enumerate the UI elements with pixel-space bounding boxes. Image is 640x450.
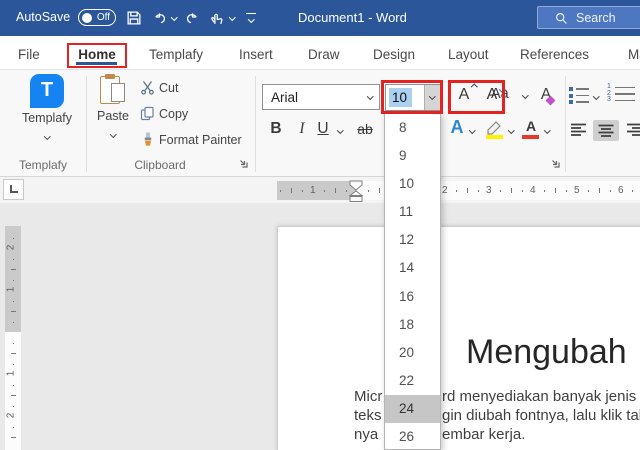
- tab-draw[interactable]: Draw: [308, 47, 340, 62]
- change-case-button[interactable]: Aa: [491, 86, 527, 102]
- font-name-combo[interactable]: Arial: [262, 84, 380, 110]
- font-size-option[interactable]: 9: [385, 142, 440, 170]
- text-effects-chevron[interactable]: [469, 127, 475, 133]
- tab-references[interactable]: References: [520, 47, 589, 62]
- search-box[interactable]: Search: [537, 6, 640, 29]
- ribbon-tab-row: File Home Templafy Insert Draw Design La…: [0, 36, 640, 70]
- active-tab-underline: [76, 62, 117, 65]
- align-left-button[interactable]: [571, 123, 589, 142]
- red-box-home-tab: Home: [67, 43, 127, 68]
- format-painter-icon: [140, 132, 155, 147]
- font-color-button[interactable]: A: [521, 118, 541, 134]
- highlighter-icon: [484, 118, 506, 140]
- align-right-button[interactable]: [624, 123, 640, 142]
- font-color-chevron[interactable]: [544, 127, 550, 133]
- font-color-bar: [522, 135, 539, 139]
- font-size-dropdown-button[interactable]: [424, 85, 440, 110]
- tab-home[interactable]: Home: [78, 47, 116, 62]
- copy-button[interactable]: Copy: [140, 106, 188, 124]
- autosave-label: AutoSave: [16, 10, 70, 24]
- touch-mouse-mode-icon[interactable]: [208, 9, 225, 26]
- font-size-option[interactable]: 16: [385, 283, 440, 311]
- font-size-option[interactable]: 10: [385, 170, 440, 198]
- underline-button[interactable]: U: [314, 120, 332, 138]
- font-name-chevron: [367, 93, 373, 99]
- cut-button[interactable]: Cut: [140, 80, 178, 98]
- document-page[interactable]: Mengubah Micr rd menyediakan banyak jeni…: [277, 226, 640, 450]
- font-size-option[interactable]: 26: [385, 423, 440, 450]
- clipboard-group-label: Clipboard: [95, 158, 225, 172]
- font-size-option[interactable]: 20: [385, 339, 440, 367]
- ruler-margin-zone: [277, 181, 357, 200]
- ruler-strip: 1234561: [0, 177, 640, 203]
- font-size-option[interactable]: 8: [385, 114, 440, 142]
- templafy-icon: T: [30, 74, 64, 108]
- document-heading: Mengubah: [466, 333, 627, 372]
- clipboard-dialog-launcher-icon[interactable]: [238, 158, 249, 169]
- font-size-option[interactable]: 14: [385, 254, 440, 282]
- undo-dropdown-chevron[interactable]: [171, 14, 177, 20]
- tab-layout[interactable]: Layout: [448, 47, 489, 62]
- autosave-toggle[interactable]: Off: [78, 9, 116, 26]
- scissors-icon: [140, 80, 155, 95]
- redo-icon[interactable]: [184, 10, 200, 26]
- undo-icon[interactable]: [152, 10, 168, 26]
- body-text: rd menyediakan banyak jenis: [442, 388, 636, 405]
- italic-button[interactable]: I: [294, 120, 310, 138]
- horizontal-ruler: 1234561: [277, 181, 640, 200]
- templafy-group-label: Templafy: [0, 158, 86, 172]
- font-size-combo[interactable]: 10: [385, 84, 441, 111]
- body-text: teks: [354, 407, 382, 424]
- paste-clipboard-icon: [100, 74, 126, 106]
- text-highlight-button[interactable]: [484, 118, 506, 140]
- body-text: nya: [354, 426, 378, 443]
- window-title: Document1 - Word: [298, 10, 407, 25]
- tab-insert[interactable]: Insert: [239, 47, 273, 62]
- align-center-button[interactable]: [593, 120, 619, 141]
- tab-mailings[interactable]: Mailings: [628, 47, 640, 62]
- search-label: Search: [576, 11, 616, 25]
- templafy-button[interactable]: T Templafy: [8, 74, 86, 143]
- ribbon: T Templafy Templafy Paste Cut: [0, 70, 640, 177]
- body-text: embar kerja.: [442, 426, 525, 443]
- numbering-button[interactable]: 1 2 3: [607, 85, 639, 105]
- font-size-option[interactable]: 24: [385, 395, 440, 423]
- bullets-button[interactable]: [569, 87, 591, 107]
- title-bar: AutoSave Off: [0, 0, 640, 36]
- word-window: AutoSave Off: [0, 0, 640, 450]
- search-icon: [554, 11, 569, 26]
- font-size-dropdown: 8910111214161820222426: [384, 113, 441, 450]
- font-dialog-launcher-icon[interactable]: [550, 158, 561, 169]
- copy-pages-icon: [140, 106, 155, 121]
- tab-stop-selector[interactable]: [3, 179, 24, 200]
- touch-mode-chevron[interactable]: [229, 14, 235, 20]
- save-icon[interactable]: [126, 10, 142, 26]
- clear-formatting-button[interactable]: A: [533, 86, 559, 104]
- body-text: gin diubah fontnya, lalu klik tab: [442, 407, 640, 424]
- font-size-option[interactable]: 12: [385, 226, 440, 254]
- format-painter-button[interactable]: Format Painter: [140, 132, 242, 150]
- eraser-icon: [546, 96, 556, 106]
- strikethrough-button[interactable]: ab: [352, 121, 378, 137]
- text-effects-button[interactable]: A: [446, 117, 468, 138]
- body-text: Micr: [354, 388, 382, 405]
- tab-templafy[interactable]: Templafy: [149, 47, 203, 62]
- bold-button[interactable]: B: [266, 120, 286, 138]
- grow-font-button[interactable]: A: [452, 86, 476, 104]
- tab-file[interactable]: File: [18, 47, 40, 62]
- indent-markers[interactable]: [349, 180, 364, 203]
- autosave-toggle-knob: [82, 13, 92, 23]
- tab-design[interactable]: Design: [373, 47, 415, 62]
- font-size-option[interactable]: 22: [385, 367, 440, 395]
- font-size-option[interactable]: 11: [385, 198, 440, 226]
- autosave-state: Off: [97, 12, 110, 23]
- font-size-option[interactable]: 18: [385, 311, 440, 339]
- underline-chevron[interactable]: [337, 127, 343, 133]
- bullets-chevron[interactable]: [593, 93, 599, 99]
- paste-button[interactable]: Paste: [88, 74, 138, 141]
- vertical-ruler: 1221: [5, 226, 21, 450]
- highlight-chevron[interactable]: [508, 127, 514, 133]
